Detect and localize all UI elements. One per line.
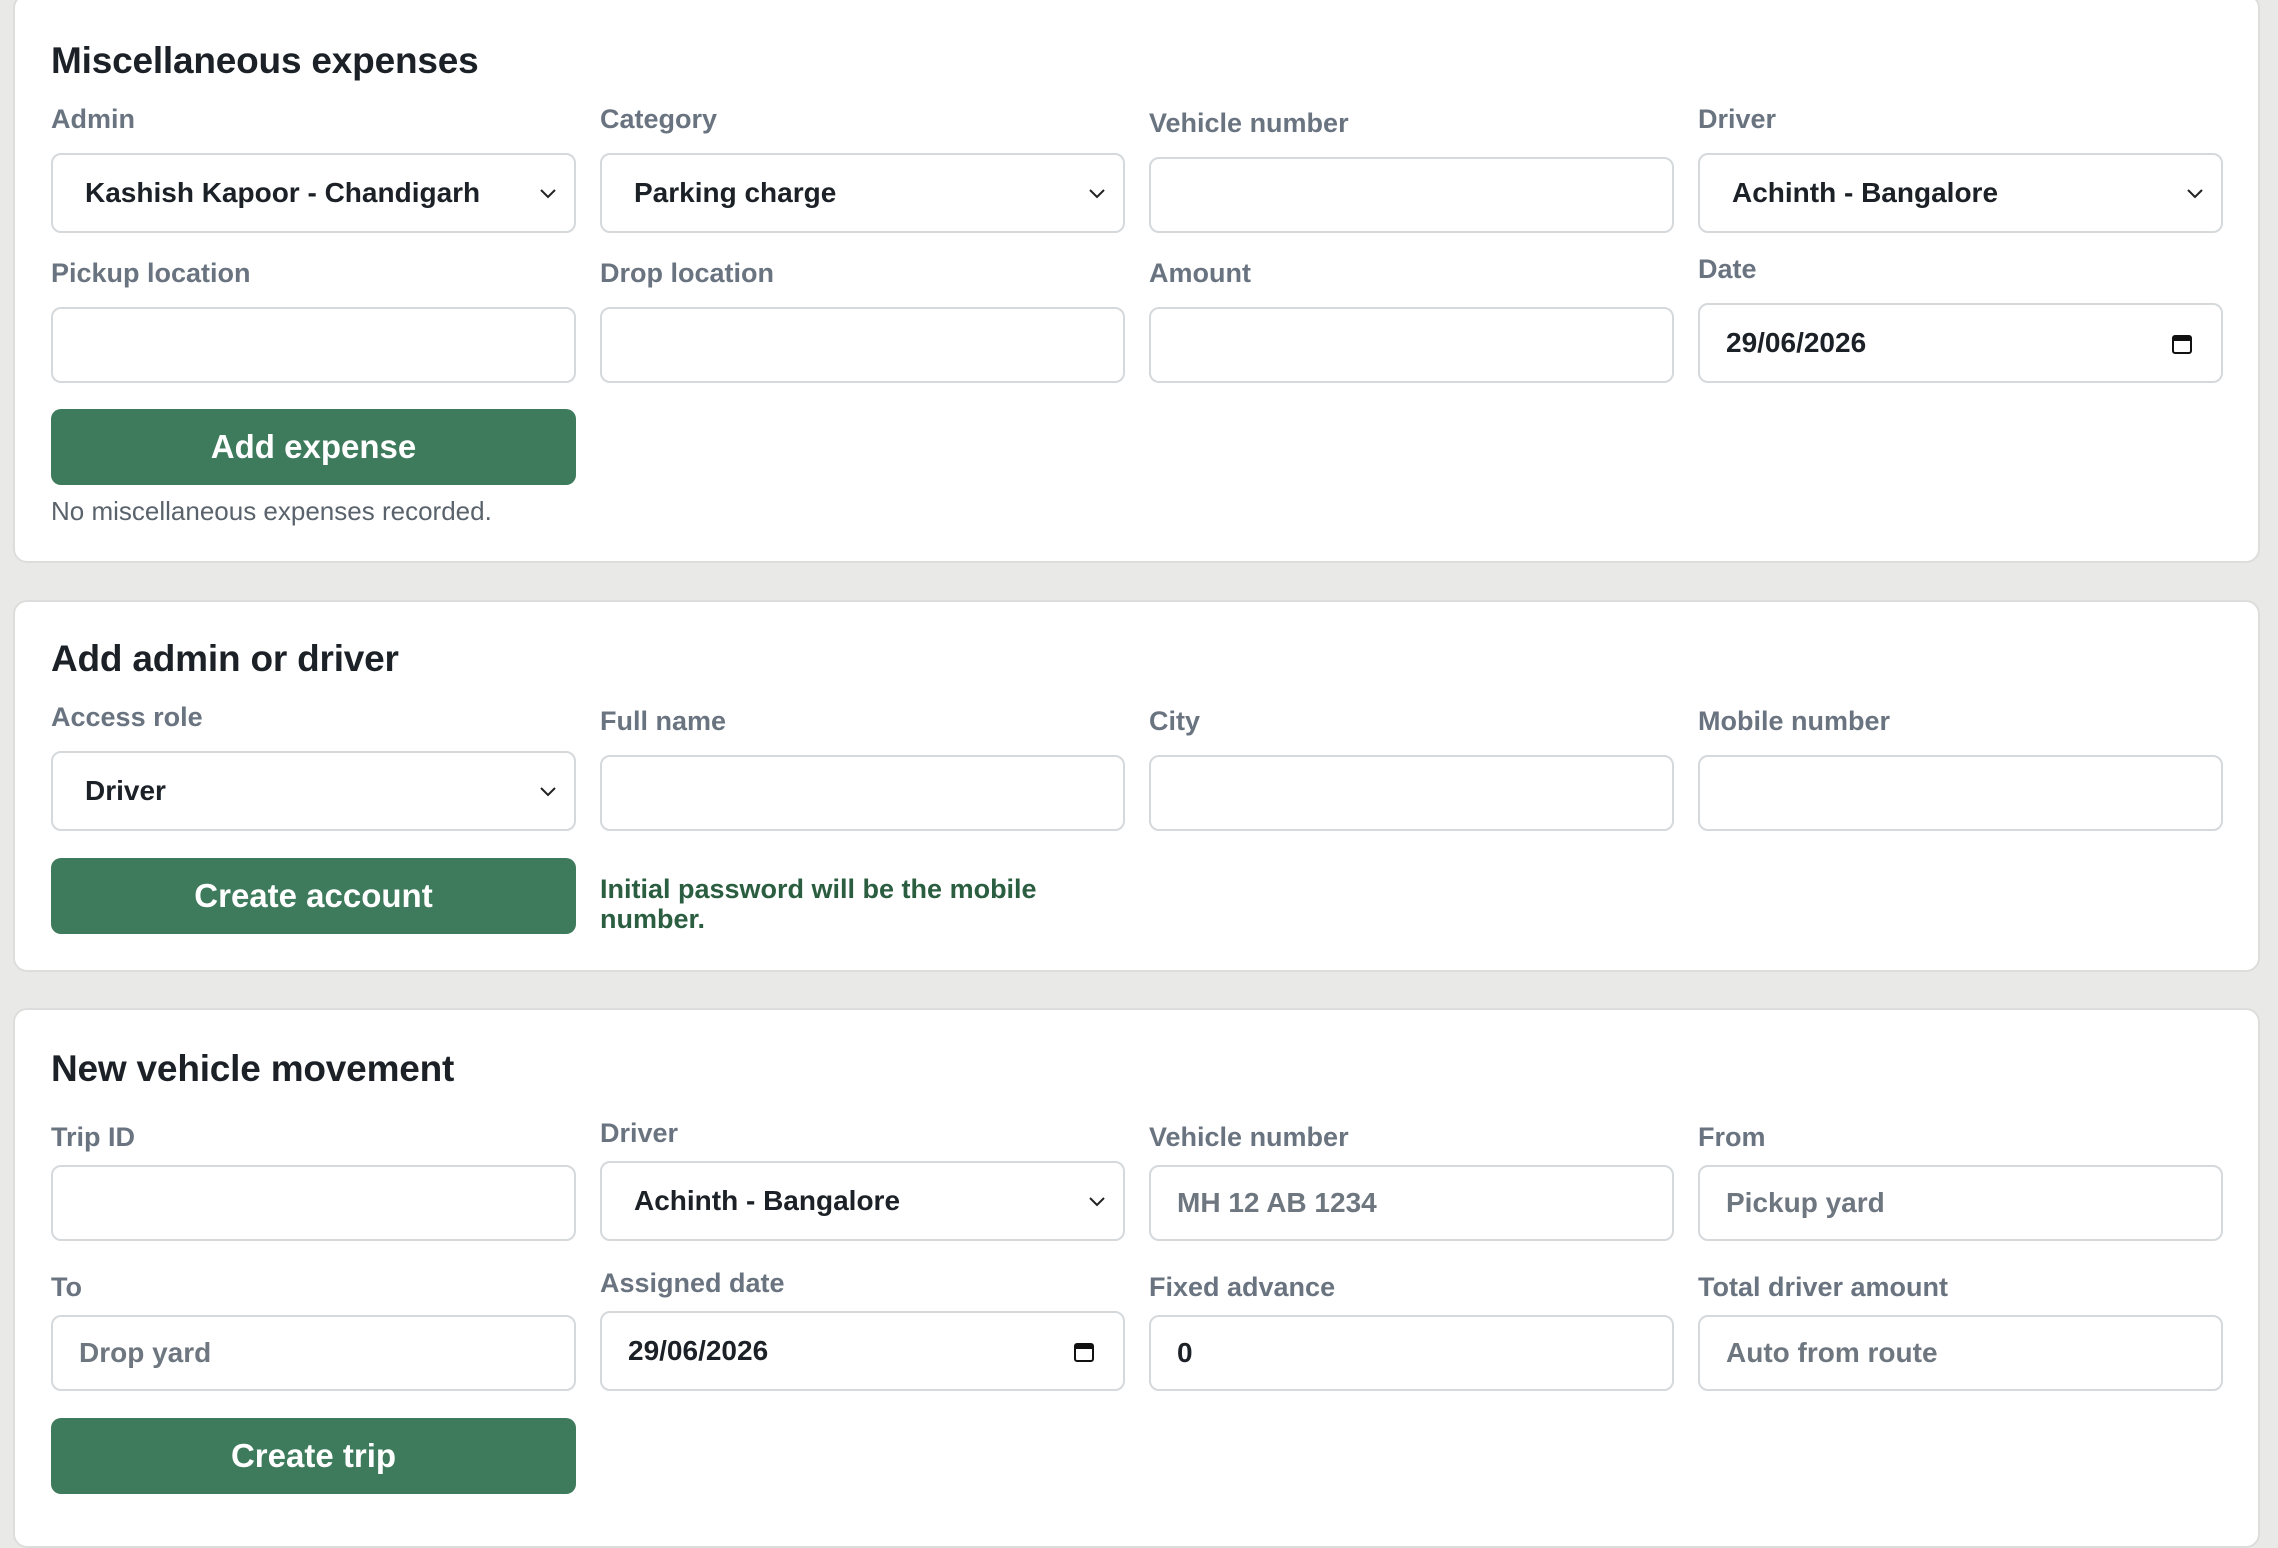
access-role-value: Driver bbox=[85, 775, 166, 806]
fixed-advance-input[interactable] bbox=[1149, 1315, 1674, 1391]
add-account-card: Add admin or driver Access role Driver F… bbox=[13, 600, 2260, 972]
drop-location-input[interactable] bbox=[600, 307, 1125, 383]
driver-label: Driver bbox=[1698, 104, 1777, 134]
chevron-down-icon bbox=[540, 189, 556, 199]
from-label: From bbox=[1698, 1122, 1766, 1152]
full-name-label: Full name bbox=[600, 706, 727, 736]
trip-driver-select[interactable]: Achinth - Bangalore bbox=[600, 1161, 1125, 1241]
chevron-down-icon bbox=[540, 787, 556, 797]
misc-expenses-card: Miscellaneous expenses Admin Kashish Kap… bbox=[13, 0, 2260, 563]
misc-expenses-title: Miscellaneous expenses bbox=[51, 40, 479, 81]
vehicle-number-input[interactable] bbox=[1149, 157, 1674, 233]
chevron-down-icon bbox=[1089, 189, 1105, 199]
assigned-date-value: 29/06/2026 bbox=[628, 1335, 769, 1366]
driver-select[interactable]: Achinth - Bangalore bbox=[1698, 153, 2223, 233]
category-label: Category bbox=[600, 104, 718, 134]
to-input[interactable] bbox=[51, 1315, 576, 1391]
driver-select-value: Achinth - Bangalore bbox=[1732, 177, 1999, 208]
trip-vehicle-label: Vehicle number bbox=[1149, 1122, 1349, 1152]
drop-location-label: Drop location bbox=[600, 258, 774, 288]
create-account-button[interactable]: Create account bbox=[51, 858, 576, 934]
from-input[interactable] bbox=[1698, 1165, 2223, 1241]
date-label: Date bbox=[1698, 254, 1757, 284]
access-role-select[interactable]: Driver bbox=[51, 751, 576, 831]
city-input[interactable] bbox=[1149, 755, 1674, 831]
total-driver-amount-label: Total driver amount bbox=[1698, 1272, 1949, 1302]
create-trip-button[interactable]: Create trip bbox=[51, 1418, 576, 1494]
full-name-input[interactable] bbox=[600, 755, 1125, 831]
mobile-number-label: Mobile number bbox=[1698, 706, 1891, 736]
fixed-advance-label: Fixed advance bbox=[1149, 1272, 1336, 1302]
to-label: To bbox=[51, 1272, 82, 1302]
admin-label: Admin bbox=[51, 104, 135, 134]
date-value: 29/06/2026 bbox=[1726, 327, 1867, 358]
initial-password-hint: Initial password will be the mobile numb… bbox=[600, 874, 1037, 934]
admin-select[interactable]: Kashish Kapoor - Chandigarh bbox=[51, 153, 576, 233]
access-role-label: Access role bbox=[51, 702, 203, 732]
category-select[interactable]: Parking charge bbox=[600, 153, 1125, 233]
total-driver-amount-input[interactable] bbox=[1698, 1315, 2223, 1391]
chevron-down-icon bbox=[1089, 1197, 1105, 1207]
empty-expenses-note: No miscellaneous expenses recorded. bbox=[51, 496, 492, 526]
mobile-number-input[interactable] bbox=[1698, 755, 2223, 831]
trip-vehicle-input[interactable] bbox=[1149, 1165, 1674, 1241]
add-expense-button[interactable]: Add expense bbox=[51, 409, 576, 485]
trip-driver-label: Driver bbox=[600, 1118, 679, 1148]
pickup-location-label: Pickup location bbox=[51, 258, 251, 288]
chevron-down-icon bbox=[2187, 189, 2203, 199]
trip-driver-value: Achinth - Bangalore bbox=[634, 1185, 901, 1216]
new-trip-card: New vehicle movement Trip ID Driver Achi… bbox=[13, 1008, 2260, 1548]
calendar-icon[interactable] bbox=[2171, 333, 2193, 355]
date-input[interactable]: 29/06/2026 bbox=[1698, 303, 2223, 383]
trip-id-input[interactable] bbox=[51, 1165, 576, 1241]
amount-input[interactable] bbox=[1149, 307, 1674, 383]
new-trip-title: New vehicle movement bbox=[51, 1048, 455, 1089]
assigned-date-label: Assigned date bbox=[600, 1268, 785, 1298]
pickup-location-input[interactable] bbox=[51, 307, 576, 383]
assigned-date-input[interactable]: 29/06/2026 bbox=[600, 1311, 1125, 1391]
vehicle-number-label: Vehicle number bbox=[1149, 108, 1349, 138]
trip-id-label: Trip ID bbox=[51, 1122, 136, 1152]
calendar-icon[interactable] bbox=[1073, 1341, 1095, 1363]
add-account-title: Add admin or driver bbox=[51, 638, 399, 679]
amount-label: Amount bbox=[1149, 258, 1251, 288]
city-label: City bbox=[1149, 706, 1201, 736]
admin-select-value: Kashish Kapoor - Chandigarh bbox=[85, 177, 481, 208]
category-select-value: Parking charge bbox=[634, 177, 837, 208]
